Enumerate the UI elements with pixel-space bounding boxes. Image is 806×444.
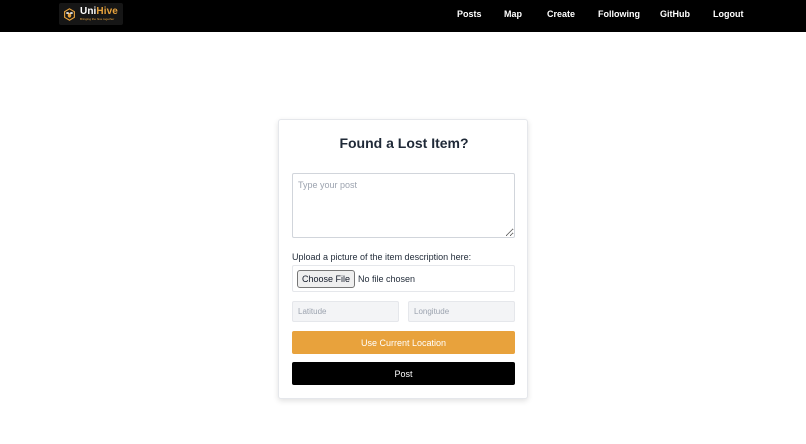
nav-link-logout[interactable]: Logout	[713, 9, 744, 19]
nav-link-map[interactable]: Map	[504, 9, 522, 19]
longitude-input[interactable]	[408, 301, 515, 322]
post-submit-button[interactable]: Post	[292, 362, 515, 385]
form-title: Found a Lost Item?	[339, 135, 469, 151]
choose-file-button[interactable]: Choose File	[297, 269, 356, 288]
nav-links: Posts Map Create Following GitHub Logout	[0, 0, 806, 32]
navbar: UniHive Bringing the hive together Posts…	[0, 0, 806, 32]
upload-label: Upload a picture of the item description…	[292, 252, 472, 262]
file-status: No file chosen	[358, 273, 416, 284]
nav-link-posts[interactable]: Posts	[457, 9, 482, 19]
create-post-card: Found a Lost Item? Upload a picture of t…	[278, 119, 528, 399]
nav-link-create[interactable]: Create	[547, 9, 575, 19]
nav-link-following[interactable]: Following	[598, 9, 640, 19]
nav-link-github[interactable]: GitHub	[660, 9, 690, 19]
use-current-location-button[interactable]: Use Current Location	[292, 331, 515, 354]
file-input[interactable]: Choose File No file chosen	[292, 265, 515, 292]
latitude-input[interactable]	[292, 301, 399, 322]
post-textarea[interactable]	[292, 173, 515, 238]
